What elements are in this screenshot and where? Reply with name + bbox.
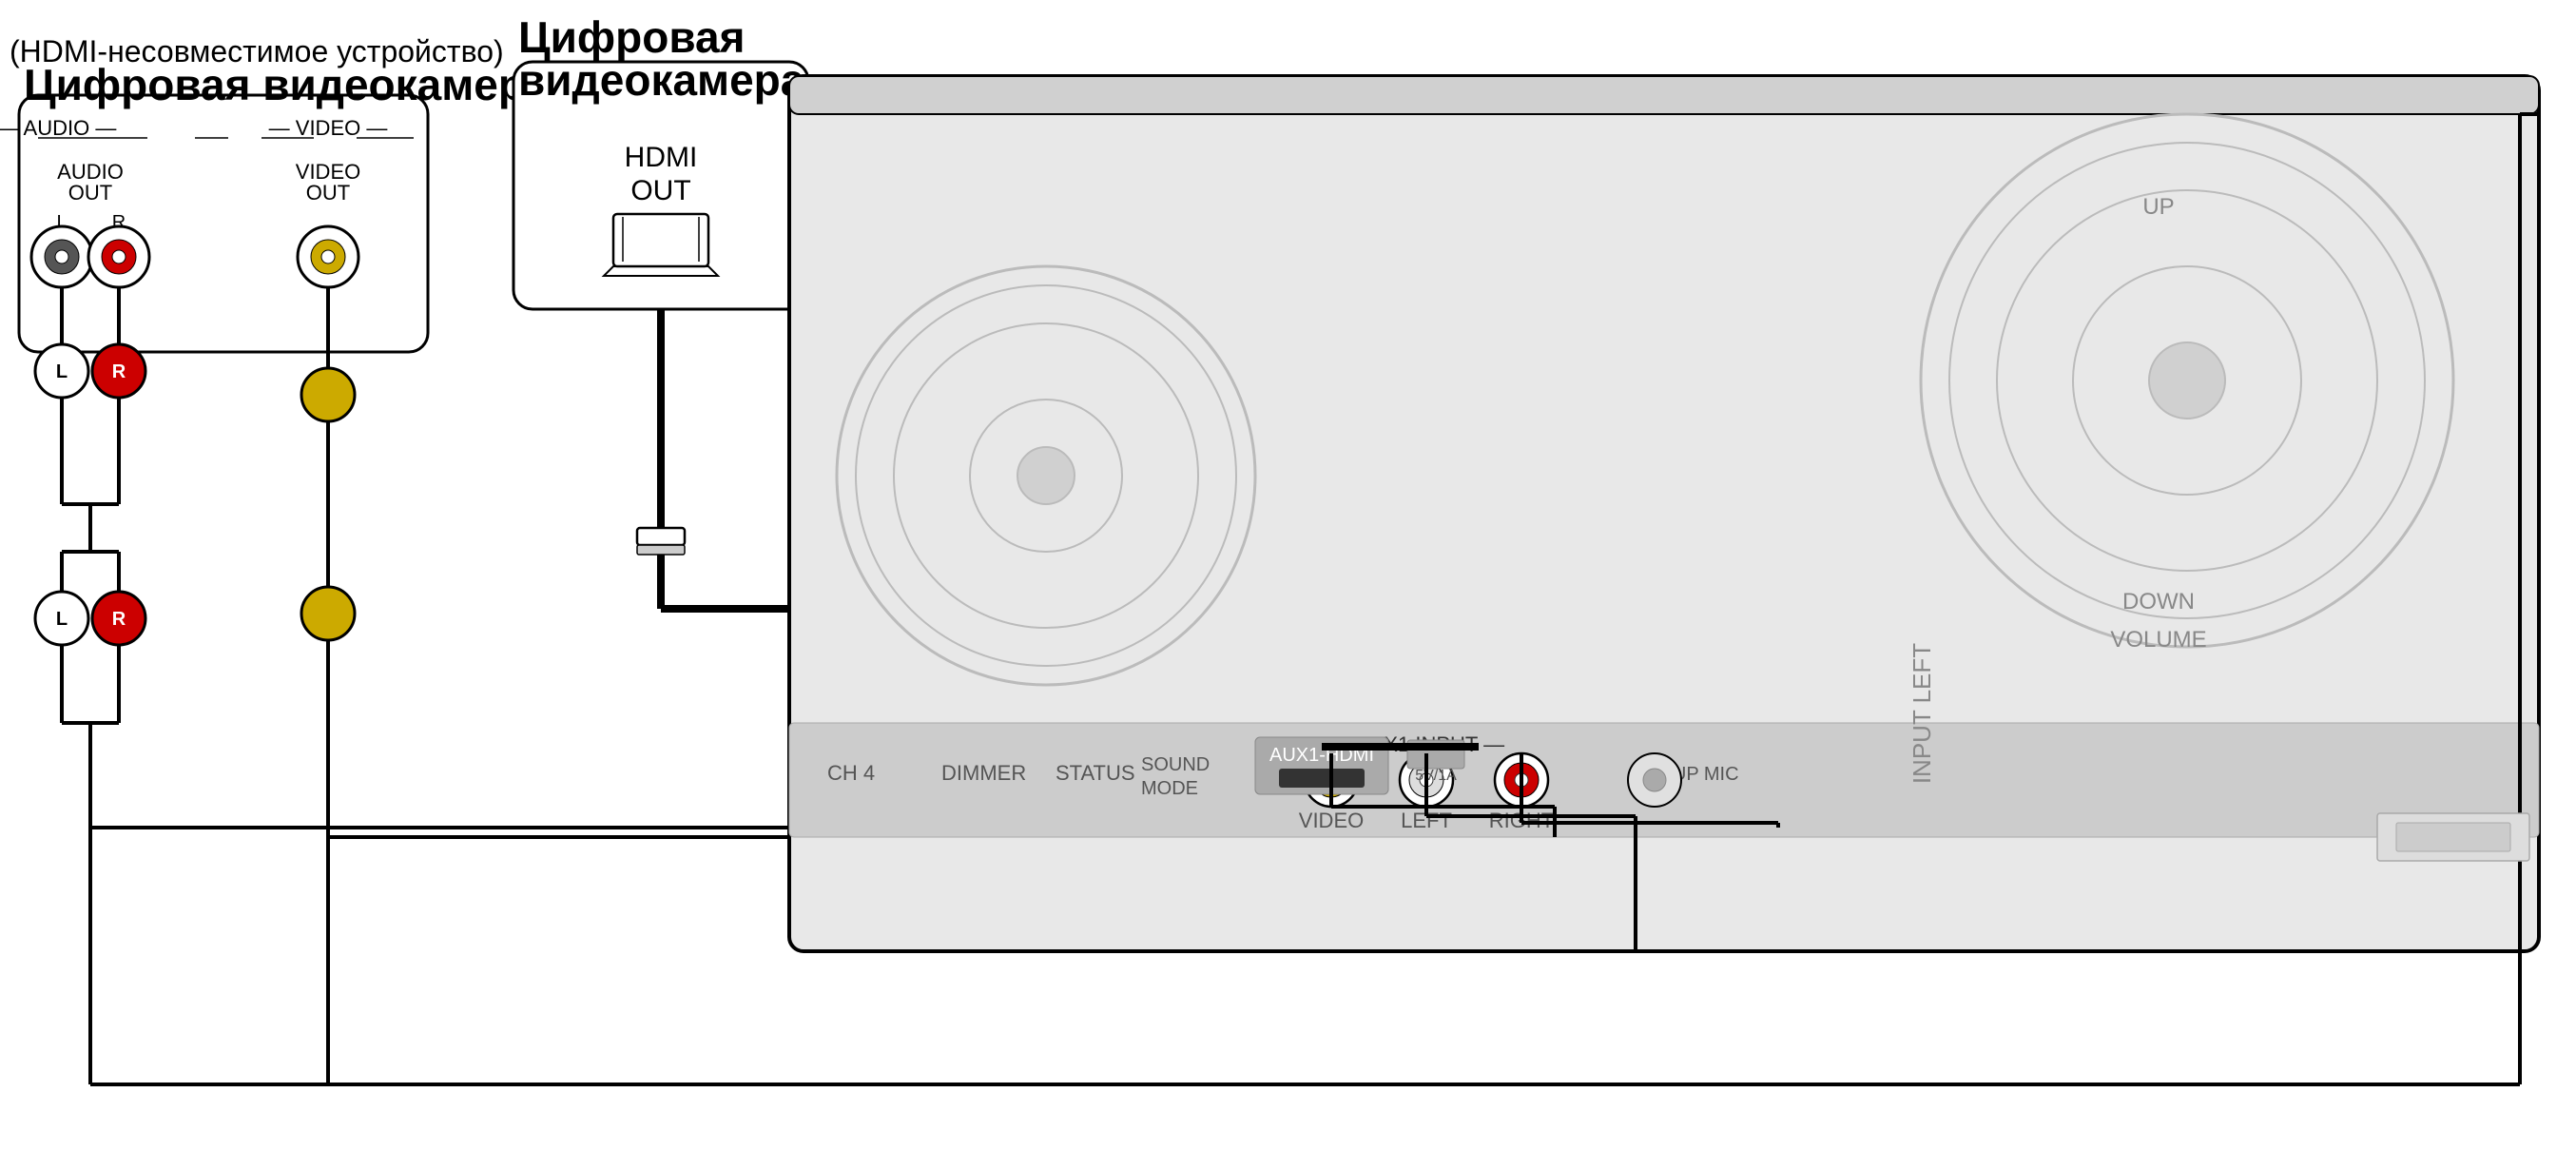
video-section-label: — VIDEO —	[269, 116, 388, 140]
status-label: STATUS	[1056, 761, 1135, 785]
ch4-label: CH 4	[827, 761, 875, 785]
video-label: VIDEO	[1299, 809, 1364, 832]
diagram-container: (HDMI-несовместимое устройство) Цифровая…	[0, 0, 2576, 1151]
sound-mode-label: SOUND	[1141, 754, 1210, 775]
down-label: DOWN	[2122, 589, 2195, 615]
volume-label: VOLUME	[2110, 627, 2206, 653]
up-label: UP	[2142, 194, 2174, 220]
cable-r-top: R	[112, 361, 126, 382]
cable-r-bottom: R	[112, 609, 126, 630]
video-out-label2: OUT	[306, 181, 350, 205]
hdmi-out-label2: OUT	[630, 175, 690, 206]
analog-camera-title: Цифровая видеокамера	[24, 60, 550, 109]
input-left-label: INPUT LEFT	[1908, 643, 1936, 784]
cable-l-bottom: L	[56, 609, 68, 630]
digital-camera-title2: видеокамера	[518, 55, 805, 105]
dimmer-label: DIMMER	[941, 761, 1026, 785]
cable-l-top: L	[56, 361, 68, 382]
usb-label: 5V/1A	[1415, 768, 1457, 784]
hdmi-out-label: HDMI	[625, 142, 698, 173]
sound-mode-label2: MODE	[1141, 778, 1198, 799]
audio-section-label: — AUDIO —	[0, 116, 116, 140]
audio-out-label2: OUT	[68, 181, 112, 205]
